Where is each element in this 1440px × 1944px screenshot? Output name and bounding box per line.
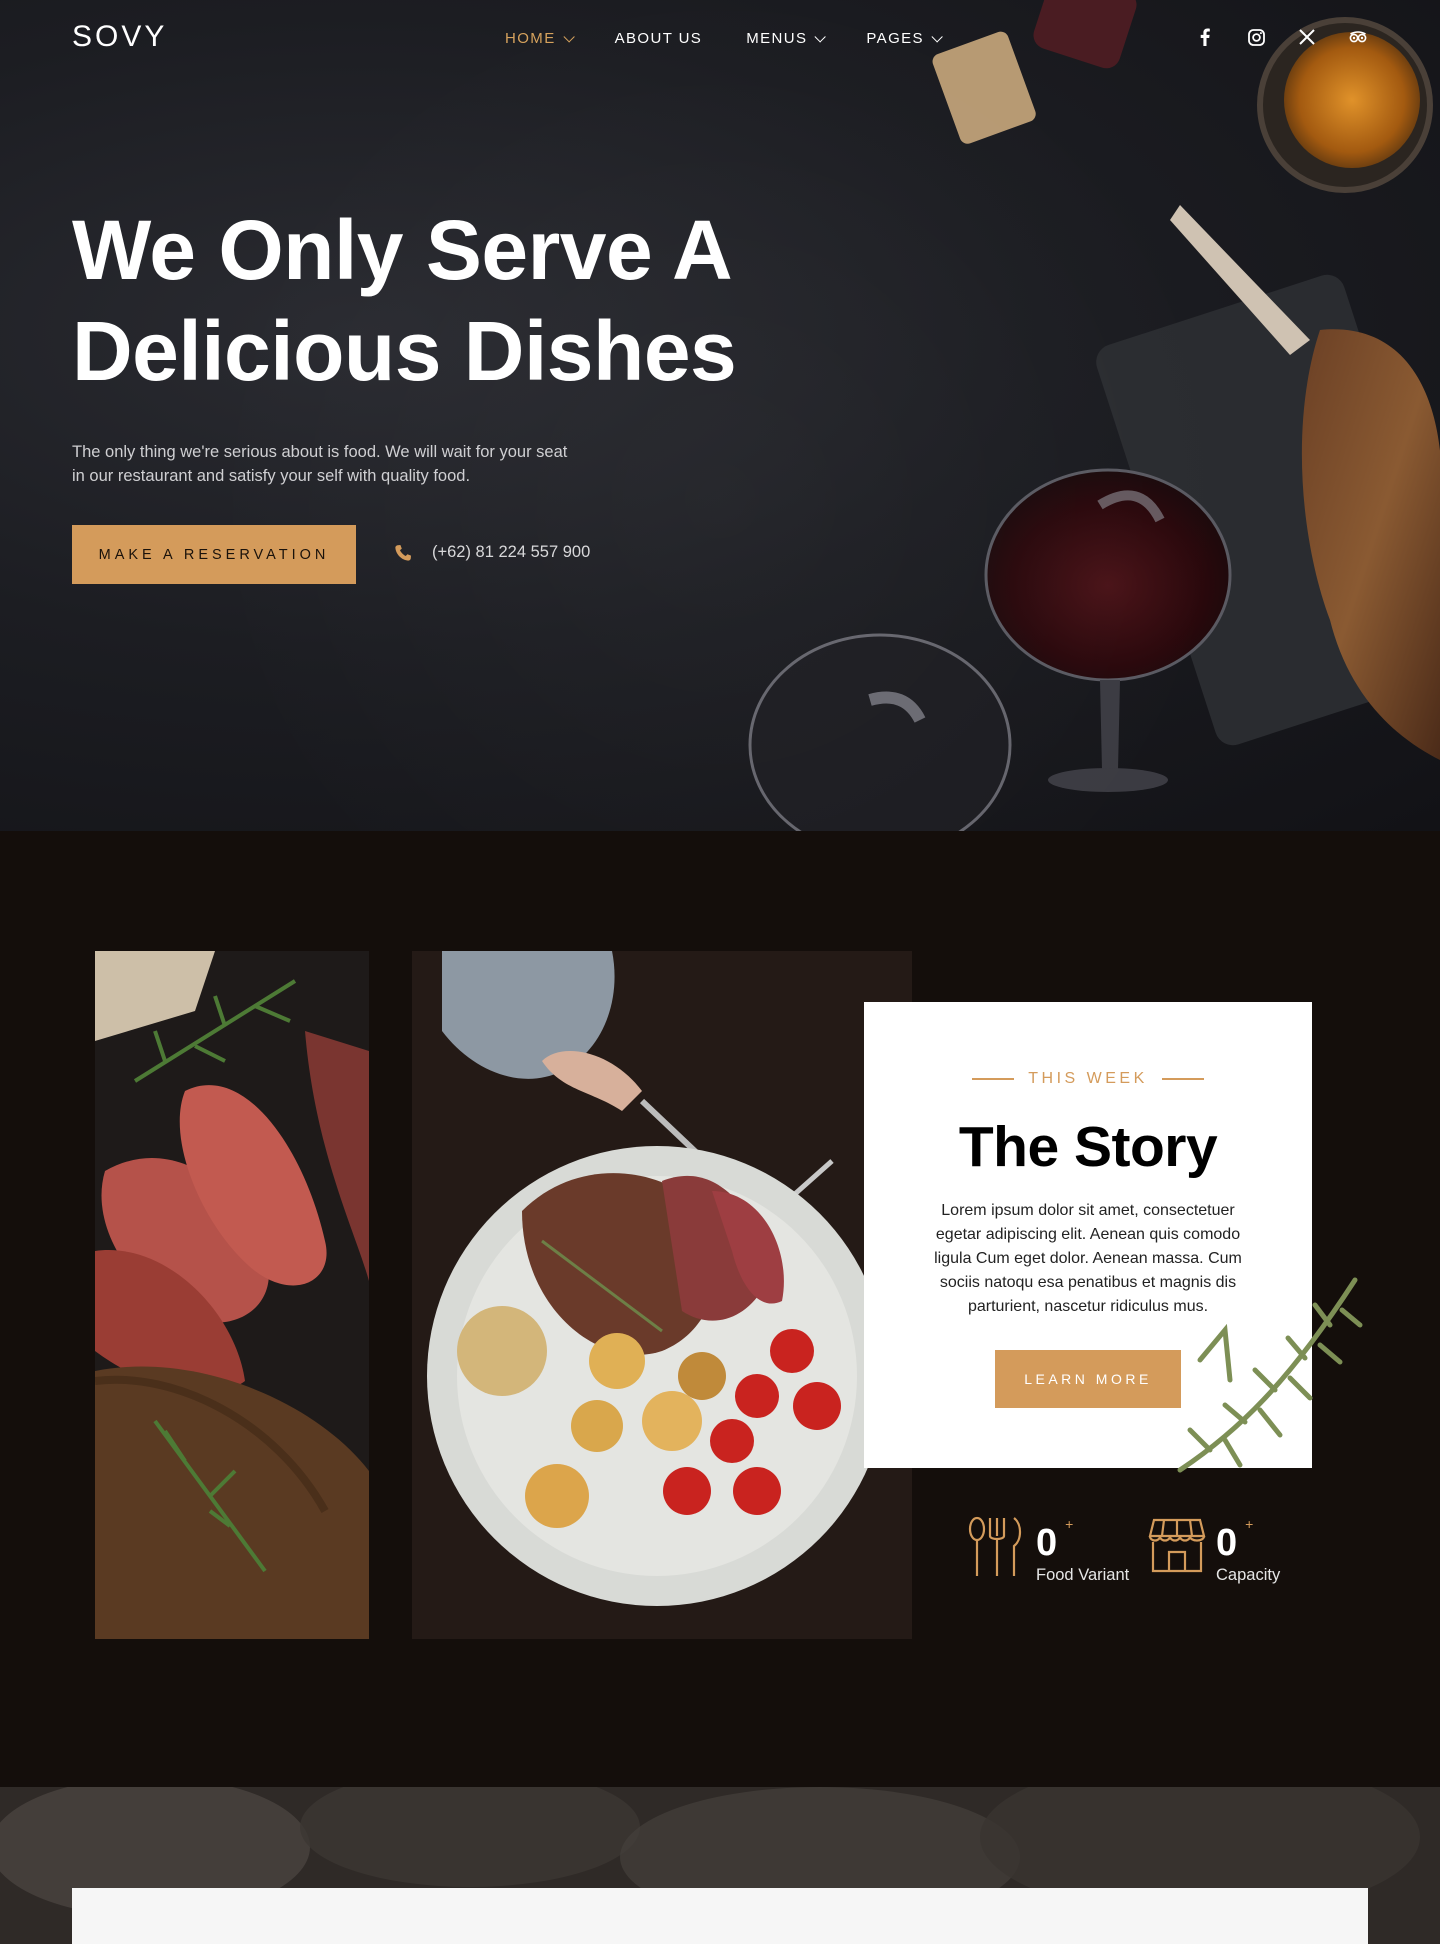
cutlery-icon [968, 1516, 1022, 1576]
nav-item-label: MENUS [746, 30, 808, 47]
eyebrow-label: THIS WEEK [1028, 1070, 1148, 1087]
stat-label: Capacity [1216, 1566, 1281, 1584]
story-eyebrow: THIS WEEK [864, 1070, 1312, 1088]
hero-title: We Only Serve A Delicious Dishes [72, 200, 832, 402]
hero-text-line: in our restaurant and satisfy your self … [72, 467, 471, 485]
stat-capacity: 0 + Capacity [1148, 1516, 1280, 1585]
facebook-icon[interactable] [1196, 28, 1214, 46]
story-title: The Story [958, 1115, 1218, 1179]
nav-item-menus[interactable]: MENUS [746, 30, 827, 47]
hero-text-line: The only thing we're serious about is fo… [72, 443, 568, 461]
story-section: THIS WEEK The Story Lorem ipsum dolor si… [0, 831, 1440, 1787]
stat-label: Food Variant [1036, 1566, 1130, 1584]
stat-plus: + [1245, 1516, 1254, 1532]
steak-slices-photo [95, 951, 369, 1639]
phone-icon [395, 544, 411, 561]
tripadvisor-icon[interactable] [1349, 28, 1367, 46]
rosemary-decoration [1177, 1277, 1363, 1473]
nav-item-label: PAGES [866, 30, 924, 47]
chevron-down-icon [931, 30, 943, 43]
main-nav: HOME ABOUT US MENUS PAGES [505, 30, 943, 47]
nav-item-label: ABOUT US [614, 30, 703, 47]
nav-item-about-us[interactable]: ABOUT US [615, 30, 703, 47]
story-text-line: ligula Cum eget dolor. Aenean massa. Cum [934, 1250, 1242, 1267]
social-links [1196, 28, 1367, 46]
nav-item-label: HOME [505, 30, 556, 47]
content-panel [72, 1888, 1368, 1944]
story-text-line: Lorem ipsum dolor sit amet, consectetuer [941, 1202, 1235, 1219]
phone-number: (+62) 81 224 557 900 [432, 543, 591, 561]
hero-background-image [748, 0, 1440, 831]
divider [972, 1078, 1015, 1080]
hero-description: The only thing we're serious about is fo… [72, 440, 592, 488]
hero-title-line: Delicious Dishes [72, 304, 737, 398]
story-text-line: egetar adipiscing elit. Aenean quis como… [935, 1226, 1241, 1243]
stat-value: 0 [1036, 1522, 1058, 1564]
brand-logo[interactable]: SOVY [72, 20, 167, 54]
steak-plate-photo [412, 951, 912, 1639]
chevron-down-icon [814, 30, 827, 43]
phone-link[interactable]: (+62) 81 224 557 900 [394, 543, 590, 562]
stat-value: 0 [1216, 1522, 1238, 1564]
x-icon[interactable] [1298, 28, 1316, 46]
hero-title-line: We Only Serve A [72, 203, 733, 297]
storefront-icon [1148, 1518, 1206, 1573]
nav-item-pages[interactable]: PAGES [866, 30, 943, 47]
hero-section: SOVY HOME ABOUT US MENUS PAGES We Only S… [0, 0, 1440, 831]
nav-item-home[interactable]: HOME [505, 30, 575, 47]
instagram-icon[interactable] [1247, 28, 1265, 46]
make-reservation-button[interactable]: MAKE A RESERVATION [72, 525, 356, 584]
stat-plus: + [1065, 1516, 1074, 1532]
divider [1161, 1078, 1204, 1080]
learn-more-button[interactable]: LEARN MORE [995, 1350, 1181, 1408]
stat-food-variant: 0 + Food Variant [968, 1516, 1129, 1585]
chevron-down-icon [563, 30, 575, 43]
